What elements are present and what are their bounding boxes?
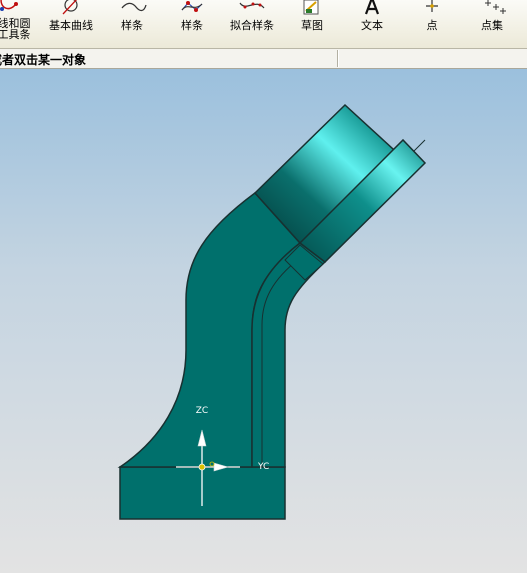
point-label: 点 xyxy=(426,19,438,32)
spline-label: 样条 xyxy=(121,19,143,32)
prompt-text: 或者双击某一对象 xyxy=(0,53,87,67)
fit-spline-button[interactable]: 拟合样条 xyxy=(224,0,280,48)
spline-poles-icon xyxy=(181,1,203,12)
text-button[interactable]: 文本 xyxy=(352,0,392,48)
point-set-button[interactable]: 点集 xyxy=(470,0,514,48)
sketch-button[interactable]: 草图 xyxy=(292,0,332,48)
basic-curve-icon xyxy=(62,0,78,15)
origin-icon xyxy=(198,463,206,471)
y-axis-label: YC xyxy=(257,462,269,472)
cue-line: 或者双击某一对象 xyxy=(0,49,527,69)
text-icon xyxy=(364,0,380,15)
basic-curve-button[interactable]: 基本曲线 xyxy=(44,0,98,48)
point-set-label: 点集 xyxy=(481,19,503,32)
basic-curve-label: 基本曲线 xyxy=(49,19,93,32)
point-icon xyxy=(426,0,438,12)
point-set-icon xyxy=(485,0,506,14)
text-label: 文本 xyxy=(361,19,383,32)
graphics-window[interactable]: ZC YC xyxy=(0,69,527,573)
spline-button[interactable]: 样条 xyxy=(110,0,154,48)
z-axis-label: ZC xyxy=(196,406,208,416)
status-divider xyxy=(337,50,339,67)
fit-spline-label: 拟合样条 xyxy=(230,19,274,32)
line-circle-label: 线和圆 工具条 xyxy=(0,17,31,41)
fit-spline-icon xyxy=(239,2,265,9)
line-arc-toolbar-button[interactable]: 线和圆 工具条 xyxy=(0,0,36,48)
curve-toolbar: 线和圆 工具条 基本曲线 样条 样条 拟合样条 草图 文本 点 点集 xyxy=(0,0,527,49)
spline-icon xyxy=(121,2,147,12)
model-view[interactable]: ZC YC xyxy=(0,69,527,573)
sketch-icon xyxy=(303,0,319,15)
sketch-label: 草图 xyxy=(301,19,323,32)
spline-poles-label: 样条 xyxy=(181,19,203,32)
spline-poles-button[interactable]: 样条 xyxy=(170,0,214,48)
point-button[interactable]: 点 xyxy=(412,0,452,48)
